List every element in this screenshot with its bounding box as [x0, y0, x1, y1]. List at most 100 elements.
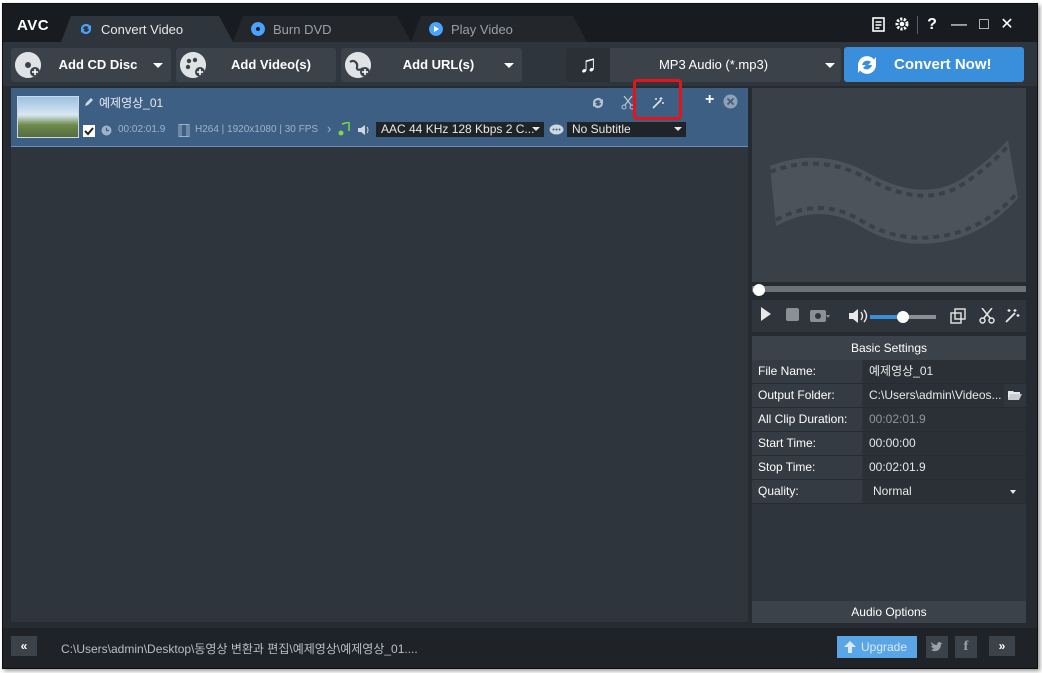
- help-button[interactable]: ?: [922, 16, 942, 34]
- stop-time-field[interactable]: 00:02:01.9: [863, 456, 1026, 479]
- setting-label: File Name:: [752, 360, 862, 383]
- quality-select[interactable]: Normal: [863, 480, 1026, 503]
- setting-row-output-folder: Output Folder: C:\Users\admin\Videos...: [752, 384, 1026, 408]
- title-bar: AVC Convert Video Burn DVD Play Video ? …: [3, 4, 1037, 42]
- add-urls-label: Add URL(s): [402, 57, 475, 72]
- volume-handle[interactable]: [897, 311, 909, 323]
- setting-label: Start Time:: [752, 432, 862, 455]
- clock-icon: [101, 125, 112, 136]
- upgrade-button[interactable]: Upgrade: [837, 636, 917, 658]
- tab-play-video[interactable]: Play Video: [411, 16, 587, 42]
- folder-open-icon[interactable]: [1008, 389, 1022, 401]
- tab-convert-video-label: Convert Video: [101, 22, 184, 37]
- expand-button[interactable]: »: [989, 636, 1015, 656]
- app-window: AVC Convert Video Burn DVD Play Video ? …: [2, 3, 1038, 669]
- close-button[interactable]: ✕: [997, 16, 1017, 34]
- clip-duration-value: 00:02:01.9: [863, 408, 1026, 431]
- subtitle-label: No Subtitle: [572, 122, 631, 136]
- output-path-text[interactable]: C:\Users\admin\Desktop\동영상 변환과 편집\예제영상\예…: [61, 640, 418, 657]
- check-icon: [84, 127, 94, 136]
- camera-icon[interactable]: [810, 308, 830, 322]
- add-videos-button[interactable]: Add Video(s): [176, 48, 336, 82]
- scissors-icon[interactable]: [979, 308, 995, 324]
- chevron-down-icon: [1010, 490, 1016, 494]
- minimize-button[interactable]: —: [949, 16, 969, 34]
- refresh-icon: [858, 56, 876, 74]
- setting-row-file-name: File Name: 예제영상_01: [752, 360, 1026, 384]
- play-icon: [429, 22, 443, 36]
- copy-icon[interactable]: [950, 308, 966, 324]
- list-settings-icon[interactable]: [871, 16, 887, 32]
- remove-icon[interactable]: [723, 94, 738, 109]
- file-name[interactable]: 예제영상_01: [99, 94, 163, 111]
- add-urls-button[interactable]: Add URL(s): [341, 48, 522, 82]
- setting-label: Quality:: [752, 480, 862, 503]
- globe-add-icon: [345, 52, 371, 78]
- stop-icon[interactable]: [786, 308, 799, 321]
- film-reel-icon: [769, 140, 1020, 244]
- output-format-label: MP3 Audio (*.mp3): [658, 57, 769, 72]
- arrow-up-icon: [844, 641, 856, 653]
- file-row[interactable]: 예제영상_01 00:02:01.9 H264 | 1920x1080 | 30…: [11, 79, 748, 147]
- subtitle-select[interactable]: No Subtitle: [567, 122, 686, 137]
- tab-burn-dvd-label: Burn DVD: [273, 22, 332, 37]
- video-preview: [752, 88, 1026, 282]
- chevron-down-icon: [825, 63, 835, 68]
- app-logo: AVC: [17, 17, 50, 34]
- title-divider: [917, 16, 918, 34]
- add-videos-label: Add Video(s): [231, 57, 311, 72]
- speaker-icon: [358, 125, 369, 135]
- toolbar: Add CD Disc Add Video(s) Add URL(s) ♫ MP…: [3, 42, 1037, 86]
- setting-row-clip-duration: All Clip Duration: 00:02:01.9: [752, 408, 1026, 432]
- convert-now-button[interactable]: Convert Now!: [844, 47, 1024, 82]
- collapse-button[interactable]: «: [11, 636, 37, 656]
- add-cd-disc-label: Add CD Disc: [58, 57, 138, 72]
- file-checkbox[interactable]: [83, 125, 95, 137]
- output-folder-field[interactable]: C:\Users\admin\Videos...: [863, 384, 1004, 407]
- subtitle-icon: [549, 124, 564, 135]
- magic-wand-icon[interactable]: [1004, 308, 1020, 324]
- quality-value: Normal: [873, 484, 912, 498]
- video-info-text: H264 | 1920x1080 | 30 FPS: [195, 124, 319, 135]
- pencil-icon[interactable]: [83, 96, 95, 108]
- chevron-down-icon: [674, 127, 682, 131]
- tab-burn-dvd[interactable]: Burn DVD: [233, 16, 411, 42]
- cd-add-icon: [15, 52, 41, 78]
- file-name-field[interactable]: 예제영상_01: [863, 360, 1026, 383]
- film-add-icon: [180, 52, 206, 78]
- basic-settings-header[interactable]: Basic Settings: [752, 336, 1026, 360]
- music-note-icon: ♫: [566, 48, 610, 82]
- status-bar: « C:\Users\admin\Desktop\동영상 변환과 편집\예제영상…: [3, 628, 1037, 668]
- audio-track-label: AAC 44 KHz 128 Kbps 2 C...: [381, 122, 535, 136]
- setting-label: Stop Time:: [752, 456, 862, 479]
- film-strip-icon: [178, 124, 190, 137]
- output-format-select[interactable]: ♫ MP3 Audio (*.mp3): [566, 48, 841, 82]
- setting-row-start-time: Start Time: 00:00:00: [752, 432, 1026, 456]
- seek-handle[interactable]: [753, 284, 765, 296]
- audio-track-select[interactable]: AAC 44 KHz 128 Kbps 2 C...: [376, 122, 544, 137]
- tab-play-video-label: Play Video: [451, 22, 513, 37]
- convert-icon: [81, 24, 91, 34]
- gear-icon[interactable]: [894, 16, 910, 32]
- chevron-down-icon[interactable]: [153, 63, 163, 68]
- twitter-icon[interactable]: [926, 636, 948, 658]
- volume-icon[interactable]: [848, 308, 868, 324]
- seek-bar[interactable]: [752, 286, 1026, 292]
- chevron-down-icon[interactable]: [504, 63, 514, 68]
- chevron-down-icon: [532, 127, 540, 131]
- tab-convert-video[interactable]: Convert Video: [61, 16, 233, 42]
- add-cd-disc-button[interactable]: Add CD Disc: [11, 48, 171, 82]
- maximize-button[interactable]: □: [974, 16, 994, 34]
- audio-options-button[interactable]: Audio Options: [752, 601, 1026, 623]
- chevron-right-icon: ›: [327, 121, 332, 136]
- refresh-icon[interactable]: [591, 96, 605, 110]
- play-icon[interactable]: [760, 306, 772, 322]
- facebook-icon[interactable]: f: [955, 636, 977, 658]
- video-thumbnail: [17, 96, 79, 138]
- setting-label: All Clip Duration:: [752, 408, 862, 431]
- music-note-icon: [338, 122, 350, 136]
- upgrade-label: Upgrade: [861, 640, 908, 654]
- start-time-field[interactable]: 00:00:00: [863, 432, 1026, 455]
- plus-icon[interactable]: +: [705, 91, 714, 109]
- convert-now-label: Convert Now!: [894, 56, 992, 73]
